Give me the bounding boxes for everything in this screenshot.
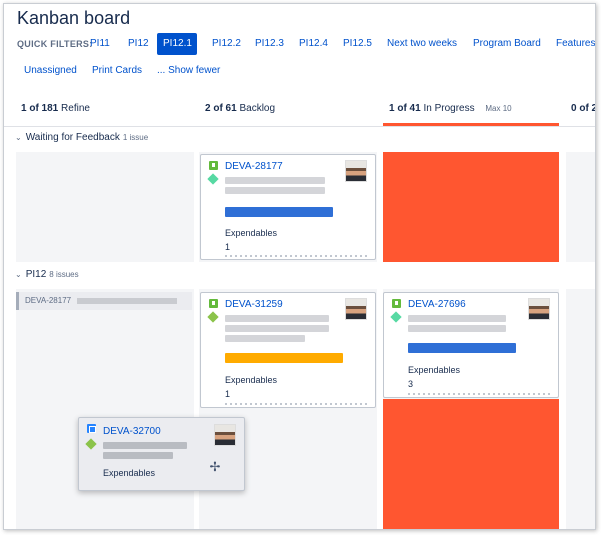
quick-filter-pi12-3[interactable]: PI12.3 <box>249 33 290 55</box>
priority-icon <box>390 311 402 323</box>
issue-summary-blurred <box>103 452 173 459</box>
epic-label <box>225 207 333 217</box>
column-header-refine: 1 of 181 Refine <box>21 92 90 126</box>
quick-filter-pi12-2[interactable]: PI12.2 <box>206 33 247 55</box>
quick-filter-pi11[interactable]: PI11 <box>84 33 116 55</box>
column-name: Refine <box>61 103 90 114</box>
avatar <box>214 424 236 446</box>
issue-summary-blurred <box>408 315 506 322</box>
issue-summary-blurred <box>225 335 305 342</box>
show-fewer-link[interactable]: ... Show fewer <box>157 62 220 80</box>
issue-card-deva-27696[interactable]: DEVA-27696 Expendables 3 <box>383 292 559 398</box>
swimlane-count: 8 issues <box>49 270 79 279</box>
issue-key[interactable]: DEVA-31259 <box>225 299 283 310</box>
epic-label <box>408 343 516 353</box>
lane-in-progress-waiting <box>383 152 559 262</box>
issue-summary-blurred <box>225 177 325 184</box>
priority-icon <box>207 173 219 185</box>
story-icon <box>392 299 401 308</box>
column-count: 0 of 2 <box>571 103 596 114</box>
column-header-in-progress: 1 of 41 In Progress Max 10 <box>389 92 512 126</box>
issue-card-deva-28177[interactable]: DEVA-28177 Expendables 1 <box>200 154 376 260</box>
task-icon <box>87 424 96 433</box>
column-count: 1 of 181 <box>21 103 59 114</box>
lane-in-progress-pi12 <box>383 399 559 529</box>
issue-summary-blurred <box>408 325 506 332</box>
card-dots <box>225 255 367 257</box>
issue-key[interactable]: DEVA-32700 <box>103 426 161 437</box>
issue-summary-blurred <box>225 315 329 322</box>
issue-key[interactable]: DEVA-28177 <box>225 161 283 172</box>
column-count: 2 of 61 <box>205 103 237 114</box>
column-header-backlog: 2 of 61 Backlog <box>205 92 275 126</box>
move-cursor-icon: ✢ <box>209 459 221 474</box>
card-dots <box>408 393 550 395</box>
card-dots <box>225 403 367 405</box>
avatar <box>345 298 367 320</box>
swimlane-name: Waiting for Feedback <box>25 132 120 143</box>
priority-icon <box>85 438 97 450</box>
field-value: 1 <box>225 389 231 399</box>
field-name: Expendables <box>225 228 278 238</box>
avatar <box>528 298 550 320</box>
column-header-next: 0 of 2 <box>571 92 596 126</box>
quick-filter-program-board[interactable]: Program Board <box>467 33 547 55</box>
issue-summary-blurred <box>225 325 329 332</box>
issue-summary-blurred <box>225 187 325 194</box>
column-count: 1 of 41 <box>389 103 421 114</box>
column-name: Backlog <box>239 103 276 114</box>
issue-summary-blurred <box>103 442 187 449</box>
chevron-down-icon: ⌄ <box>15 133 22 142</box>
quick-filter-unassigned[interactable]: Unassigned <box>24 62 77 80</box>
field-name: Expendables <box>225 375 278 385</box>
column-max: Max 10 <box>485 104 512 113</box>
priority-icon <box>207 311 219 323</box>
swimlane-pi12[interactable]: ⌄ PI12 8 issues <box>15 269 79 280</box>
quick-filter-next-two-weeks[interactable]: Next two weeks <box>381 33 463 55</box>
swimlane-waiting-for-feedback[interactable]: ⌄ Waiting for Feedback 1 issue <box>15 132 148 143</box>
lane-refine-pi12 <box>16 289 194 529</box>
avatar <box>345 160 367 182</box>
print-cards-link[interactable]: Print Cards <box>92 62 142 80</box>
column-name: In Progress <box>423 103 475 114</box>
story-icon <box>209 299 218 308</box>
issue-key[interactable]: DEVA-27696 <box>408 299 466 310</box>
quick-filter-pi12-1[interactable]: PI12.1 <box>157 33 197 55</box>
quick-filter-features[interactable]: Features <box>550 33 595 55</box>
field-name: Expendables <box>408 365 461 375</box>
lane-next-pi12 <box>566 289 595 529</box>
page-title: Kanban board <box>17 8 131 28</box>
header-divider <box>4 126 595 127</box>
issue-key: DEVA-28177 <box>25 296 72 305</box>
epic-label <box>225 353 343 363</box>
quick-filter-pi12-5[interactable]: PI12.5 <box>337 33 378 55</box>
lane-next-waiting <box>566 152 595 262</box>
issue-summary-blurred <box>77 297 178 304</box>
field-value: 1 <box>225 242 231 252</box>
quick-filter-pi12[interactable]: PI12 <box>122 33 155 55</box>
field-name: Expendables <box>103 468 156 478</box>
swimlane-name: PI12 <box>25 269 47 280</box>
collapsed-card-deva-28177[interactable]: DEVA-28177 <box>16 292 192 310</box>
dragging-card-deva-32700[interactable]: DEVA-32700 Expendables <box>78 417 245 491</box>
quick-filter-pi12-4[interactable]: PI12.4 <box>293 33 334 55</box>
story-icon <box>209 161 218 170</box>
lane-refine-waiting <box>16 152 194 262</box>
quick-filters-label: QUICK FILTERS: <box>17 39 93 49</box>
issue-card-deva-31259[interactable]: DEVA-31259 Expendables 1 <box>200 292 376 408</box>
board-frame: Kanban board QUICK FILTERS: PI11 PI12 PI… <box>3 3 596 530</box>
field-value: 3 <box>408 379 414 389</box>
chevron-down-icon: ⌄ <box>15 270 22 279</box>
swimlane-count: 1 issue <box>122 133 149 142</box>
